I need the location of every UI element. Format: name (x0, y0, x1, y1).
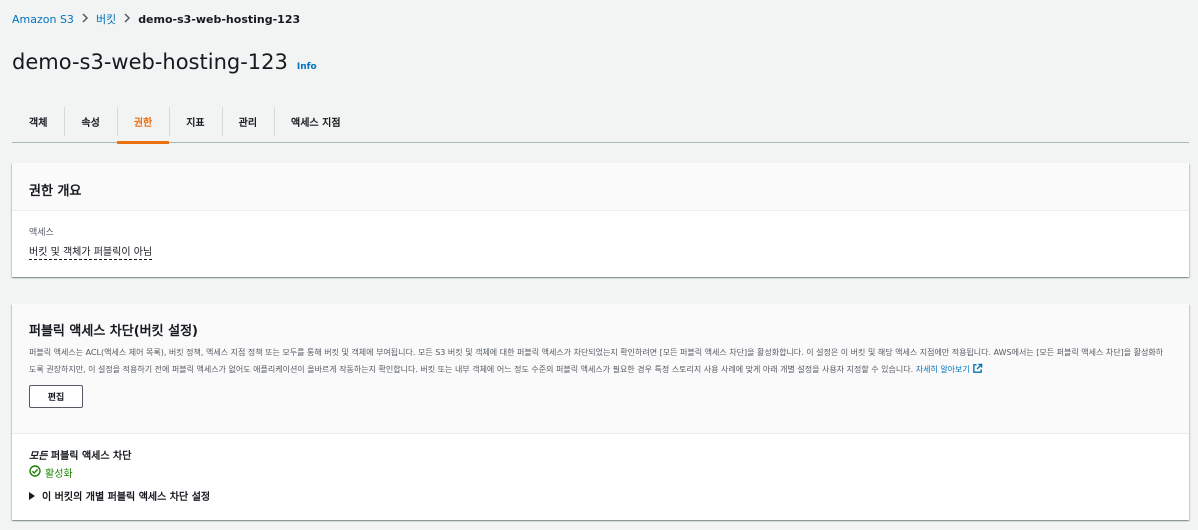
tab-permissions[interactable]: 권한 (116, 101, 170, 144)
description-text: 퍼블릭 액세스는 ACL(액세스 제어 목록), 버킷 정책, 액세스 지점 정… (29, 348, 1164, 374)
block-public-access-panel: 퍼블릭 액세스 차단(버킷 설정) 퍼블릭 액세스는 ACL(액세스 제어 목록… (12, 304, 1189, 520)
learn-more-link[interactable]: 자세히 알아보기 (915, 363, 983, 374)
label-emphasis: 모든 (29, 451, 48, 462)
tab-bar: 객체 속성 권한 지표 관리 액세스 지점 (12, 101, 1189, 144)
edit-button[interactable]: 편집 (29, 385, 83, 408)
panel-header: 퍼블릭 액세스 차단(버킷 설정) 퍼블릭 액세스는 ACL(액세스 제어 목록… (12, 304, 1189, 434)
status-indicator: 활성화 (29, 465, 1172, 480)
label-rest: 퍼블릭 액세스 차단 (47, 451, 132, 462)
block-all-public-access-label: 모든 퍼블릭 액세스 차단 (29, 447, 1172, 462)
panel-description: 퍼블릭 액세스는 ACL(액세스 제어 목록), 버킷 정책, 액세스 지점 정… (29, 345, 1164, 380)
access-value[interactable]: 버킷 및 객체가 퍼블릭이 아님 (29, 243, 153, 260)
breadcrumb: Amazon S3 버킷 demo-s3-web-hosting-123 (12, 11, 300, 27)
page-title: demo-s3-web-hosting-123 (12, 50, 288, 74)
page-header: demo-s3-web-hosting-123 Info (12, 50, 317, 74)
breadcrumb-buckets[interactable]: 버킷 (96, 11, 116, 27)
tab-metrics[interactable]: 지표 (169, 101, 221, 142)
breadcrumb-amazon-s3[interactable]: Amazon S3 (12, 13, 74, 26)
tab-properties[interactable]: 속성 (64, 101, 116, 142)
info-link[interactable]: Info (297, 62, 317, 72)
tab-management[interactable]: 관리 (221, 101, 274, 142)
chevron-right-icon (81, 12, 89, 26)
permissions-overview-panel: 권한 개요 액세스 버킷 및 객체가 퍼블릭이 아님 (12, 163, 1189, 277)
panel-body: 액세스 버킷 및 객체가 퍼블릭이 아님 (12, 211, 1189, 274)
tab-objects[interactable]: 객체 (12, 101, 64, 142)
check-circle-icon (29, 465, 45, 480)
panel-header: 권한 개요 (12, 163, 1189, 211)
tab-access-points[interactable]: 액세스 지점 (274, 101, 357, 142)
panel-title: 권한 개요 (29, 184, 82, 199)
breadcrumb-current: demo-s3-web-hosting-123 (138, 12, 301, 26)
caret-right-icon (29, 491, 35, 500)
access-label: 액세스 (29, 228, 54, 238)
chevron-right-icon (123, 12, 131, 26)
panel-body: 모든 퍼블릭 액세스 차단 활성화 이 버킷의 개별 퍼블릭 액세스 차단 설정 (12, 434, 1189, 516)
individual-settings-expander[interactable]: 이 버킷의 개별 퍼블릭 액세스 차단 설정 (29, 488, 1172, 503)
status-text: 활성화 (45, 469, 73, 480)
external-link-icon (972, 363, 983, 381)
learn-more-label: 자세히 알아보기 (915, 364, 970, 374)
expander-label: 이 버킷의 개별 퍼블릭 액세스 차단 설정 (42, 492, 211, 503)
panel-title: 퍼블릭 액세스 차단(버킷 설정) (29, 324, 198, 339)
